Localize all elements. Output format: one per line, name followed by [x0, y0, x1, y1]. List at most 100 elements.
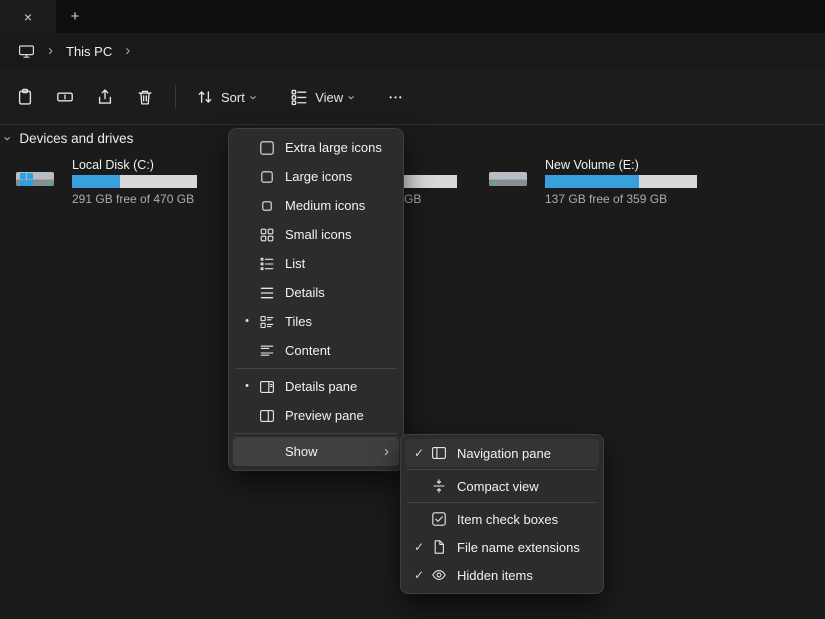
- command-toolbar: Sort › View › •••: [0, 70, 825, 125]
- menu-item-large-icons[interactable]: Large icons: [233, 162, 399, 191]
- menu-item-content[interactable]: Content: [233, 336, 399, 365]
- navigation-pane-icon: [431, 445, 447, 461]
- content-icon: [259, 343, 275, 359]
- share-icon: [96, 88, 114, 106]
- file-name-extensions-icon: [431, 539, 447, 555]
- delete-button[interactable]: [125, 79, 165, 115]
- menu-item-label: Preview pane: [285, 408, 393, 423]
- share-button[interactable]: [85, 79, 125, 115]
- sort-dropdown-button[interactable]: Sort ›: [186, 79, 266, 115]
- drive-usage-bar: [545, 175, 697, 188]
- devices-and-drives-header[interactable]: › Devices and drives: [6, 131, 133, 146]
- selection-gutter: ✓: [407, 541, 431, 553]
- menu-item-compact-view[interactable]: Compact view: [405, 472, 599, 500]
- menu-item-hidden-items[interactable]: ✓ Hidden items: [405, 561, 599, 589]
- new-volume-e-icon[interactable]: [486, 162, 530, 194]
- small-icons-icon: [259, 227, 275, 243]
- menu-item-label: Extra large icons: [285, 140, 393, 155]
- menu-item-show[interactable]: Show ›: [233, 437, 399, 466]
- large-icons-icon: [259, 169, 275, 185]
- menu-separator: [235, 368, 397, 369]
- local-disk-c-icon[interactable]: [13, 162, 57, 194]
- show-submenu: ✓ Navigation pane Compact view: [400, 434, 604, 594]
- empty-icon-slot: [259, 444, 275, 460]
- selected-bullet: •: [245, 316, 249, 327]
- menu-item-details-pane[interactable]: • Details pane: [233, 372, 399, 401]
- view-dropdown-button[interactable]: View ›: [280, 79, 364, 115]
- sort-arrows-icon: [196, 88, 214, 106]
- list-icon: [259, 256, 275, 272]
- view-menu: Extra large icons Large icons Medium ico…: [228, 128, 404, 471]
- menu-item-details[interactable]: Details: [233, 278, 399, 307]
- menu-item-label: Compact view: [457, 479, 593, 494]
- menu-item-label: Tiles: [285, 314, 393, 329]
- selection-gutter: ✓: [407, 447, 431, 459]
- menu-item-item-check-boxes[interactable]: Item check boxes: [405, 505, 599, 533]
- menu-separator: [235, 433, 397, 434]
- breadcrumb-chevron-icon[interactable]: ›: [125, 43, 130, 60]
- checkmark-icon: ✓: [414, 447, 424, 459]
- rename-button[interactable]: [45, 79, 85, 115]
- drive-name[interactable]: Local Disk (C:): [72, 158, 154, 172]
- new-tab-button[interactable]: +: [62, 4, 88, 29]
- checkmark-icon: ✓: [414, 569, 424, 581]
- menu-item-label: List: [285, 256, 393, 271]
- drive-usage-fill: [72, 175, 120, 188]
- selection-gutter: ✓: [407, 569, 431, 581]
- chevron-down-icon: ›: [346, 95, 359, 99]
- menu-item-tiles[interactable]: • Tiles: [233, 307, 399, 336]
- preview-pane-icon: [259, 408, 275, 424]
- menu-item-label: Hidden items: [457, 568, 593, 583]
- menu-item-medium-icons[interactable]: Medium icons: [233, 191, 399, 220]
- this-pc-monitor-icon[interactable]: [18, 43, 35, 60]
- view-label: View: [315, 90, 343, 105]
- breadcrumb-chevron-icon[interactable]: ›: [48, 43, 53, 60]
- selection-gutter: •: [235, 316, 259, 327]
- drive-name[interactable]: New Volume (E:): [545, 158, 639, 172]
- tab-bar: × +: [0, 0, 825, 33]
- menu-item-file-name-extensions[interactable]: ✓ File name extensions: [405, 533, 599, 561]
- breadcrumb-location[interactable]: This PC: [66, 44, 112, 59]
- menu-separator: [407, 469, 597, 470]
- file-explorer-window: × + › This PC ›: [0, 0, 825, 619]
- menu-item-label: File name extensions: [457, 540, 593, 555]
- drive-free-space: GB: [404, 192, 421, 206]
- section-collapse-chevron-icon[interactable]: ›: [2, 136, 15, 140]
- menu-item-extra-large-icons[interactable]: Extra large icons: [233, 133, 399, 162]
- medium-icons-icon: [259, 198, 275, 214]
- chevron-down-icon: ›: [248, 95, 261, 99]
- item-check-boxes-icon: [431, 511, 447, 527]
- view-layout-icon: [290, 88, 308, 106]
- menu-item-label: Medium icons: [285, 198, 393, 213]
- hidden-items-eye-icon: [431, 567, 447, 583]
- compact-view-icon: [431, 478, 447, 494]
- tiles-icon: [259, 314, 275, 330]
- menu-item-label: Show: [285, 444, 384, 459]
- menu-item-list[interactable]: List: [233, 249, 399, 278]
- drive-free-space: 291 GB free of 470 GB: [72, 192, 194, 206]
- details-icon: [259, 285, 275, 301]
- section-title: Devices and drives: [19, 131, 133, 146]
- paste-icon: [16, 88, 34, 106]
- extra-large-icons-icon: [259, 140, 275, 156]
- menu-item-label: Small icons: [285, 227, 393, 242]
- rename-icon: [56, 88, 74, 106]
- explorer-tab[interactable]: ×: [0, 0, 56, 33]
- drive-usage-bar: [72, 175, 197, 188]
- toolbar-divider: [175, 85, 176, 109]
- submenu-chevron-icon: ›: [384, 444, 393, 459]
- menu-item-small-icons[interactable]: Small icons: [233, 220, 399, 249]
- details-pane-icon: [259, 379, 275, 395]
- see-more-button[interactable]: •••: [380, 79, 412, 115]
- menu-item-navigation-pane[interactable]: ✓ Navigation pane: [405, 439, 599, 467]
- menu-item-preview-pane[interactable]: Preview pane: [233, 401, 399, 430]
- sort-label: Sort: [221, 90, 245, 105]
- menu-item-label: Item check boxes: [457, 512, 593, 527]
- menu-item-label: Large icons: [285, 169, 393, 184]
- tab-close-icon[interactable]: ×: [24, 10, 32, 24]
- delete-trash-icon: [136, 88, 154, 106]
- selected-bullet: •: [245, 381, 249, 392]
- drive-free-space: 137 GB free of 359 GB: [545, 192, 667, 206]
- paste-button[interactable]: [5, 79, 45, 115]
- menu-item-label: Navigation pane: [457, 446, 593, 461]
